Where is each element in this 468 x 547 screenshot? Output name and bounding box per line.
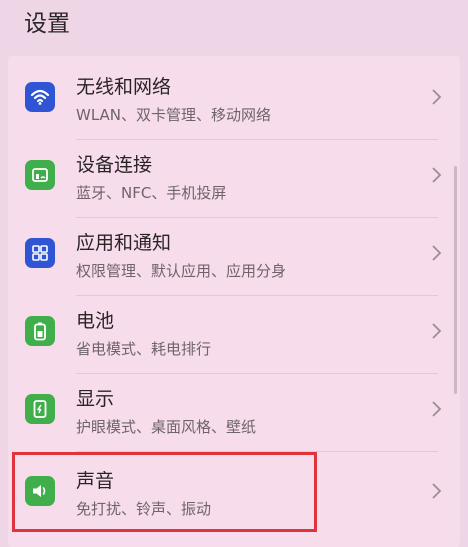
page-title: 设置 — [24, 11, 70, 37]
settings-item-title: 电池 — [76, 310, 115, 332]
settings-item-subtitle: WLAN、双卡管理、移动网络 — [76, 106, 272, 124]
settings-item-title: 应用和通知 — [76, 232, 172, 254]
settings-item-title: 显示 — [76, 388, 115, 410]
settings-item-device-connection[interactable]: 设备连接 蓝牙、NFC、手机投屏 — [8, 136, 460, 214]
settings-item-subtitle: 省电模式、耗电排行 — [76, 340, 212, 358]
settings-item-title: 设备连接 — [76, 154, 153, 176]
chevron-right-icon — [432, 483, 442, 499]
settings-item-wireless-networks[interactable]: 无线和网络 WLAN、双卡管理、移动网络 — [8, 58, 460, 136]
display-icon — [25, 394, 55, 424]
apps-grid-icon — [25, 238, 55, 268]
settings-item-subtitle: 权限管理、默认应用、应用分身 — [76, 262, 287, 280]
settings-item-subtitle: 免打扰、铃声、振动 — [76, 500, 212, 518]
device-connection-icon — [25, 160, 55, 190]
chevron-right-icon — [432, 401, 442, 417]
settings-item-title: 无线和网络 — [76, 76, 172, 98]
chevron-right-icon — [432, 89, 442, 105]
settings-item-subtitle: 蓝牙、NFC、手机投屏 — [76, 184, 227, 202]
wifi-icon — [25, 82, 55, 112]
scrollbar[interactable] — [454, 166, 457, 394]
settings-item-apps-notifications[interactable]: 应用和通知 权限管理、默认应用、应用分身 — [8, 214, 460, 292]
settings-item-title: 声音 — [76, 470, 115, 492]
chevron-right-icon — [432, 167, 442, 183]
chevron-right-icon — [432, 245, 442, 261]
settings-item-sound[interactable]: 声音 免打扰、铃声、振动 — [8, 452, 460, 530]
battery-icon — [25, 316, 55, 346]
speaker-icon — [25, 476, 55, 506]
chevron-right-icon — [432, 323, 442, 339]
settings-item-battery[interactable]: 电池 省电模式、耗电排行 — [8, 292, 460, 370]
settings-item-subtitle: 护眼模式、桌面风格、壁纸 — [76, 418, 257, 436]
app-header: 设置 — [0, 0, 468, 44]
settings-item-display[interactable]: 显示 护眼模式、桌面风格、壁纸 — [8, 370, 460, 448]
